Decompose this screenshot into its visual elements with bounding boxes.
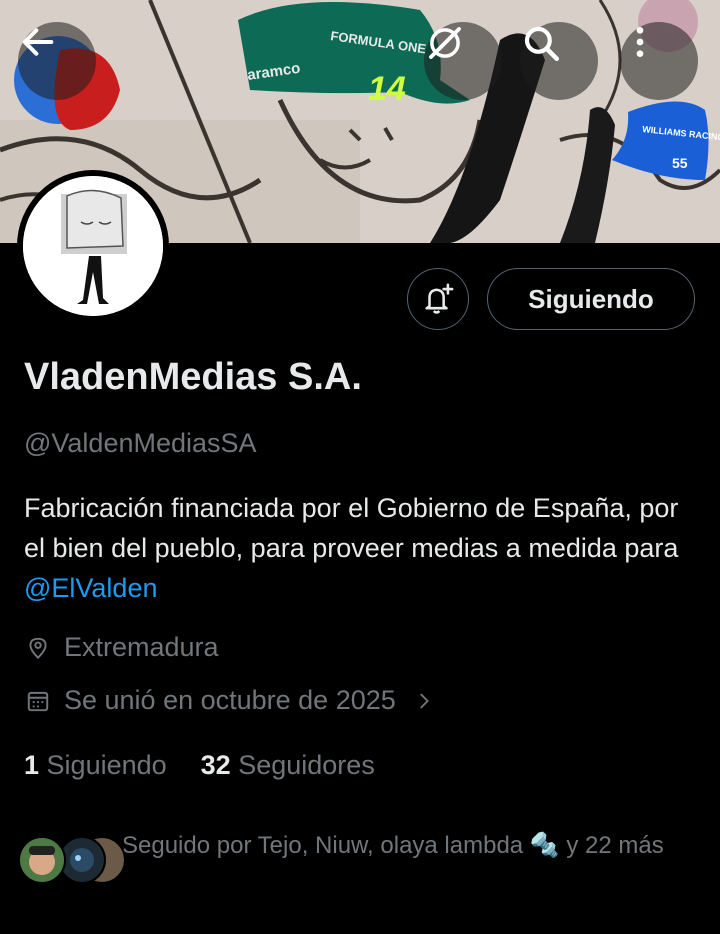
followed-by-text: Seguido por Tejo, Niuw, olaya lambda 🔩 y… — [122, 832, 664, 859]
following-stat[interactable]: 1 Siguiendo — [24, 750, 167, 781]
location-text: Extremadura — [64, 632, 219, 662]
user-handle: @ValdenMediasSA — [24, 428, 257, 458]
joined-text: Se unió en octubre de 2025 — [64, 685, 396, 715]
profile-bio: Fabricación financiada por el Gobierno d… — [24, 488, 704, 608]
followers-count: 32 — [200, 750, 231, 780]
grok-icon — [429, 27, 461, 59]
follow-stats: 1 Siguiendo 32 Seguidores — [24, 750, 409, 781]
back-button[interactable] — [18, 22, 96, 100]
williams-cap-number: 55 — [672, 155, 688, 171]
followers-label: Seguidores — [238, 750, 375, 780]
avatar-image — [23, 176, 163, 316]
profile-location: Extremadura — [24, 632, 219, 663]
location-pin-icon — [24, 634, 52, 662]
bio-text: Fabricación financiada por el Gobierno d… — [24, 493, 679, 563]
arrow-left-icon — [22, 28, 54, 56]
search-icon — [524, 26, 560, 62]
following-button[interactable]: Siguiendo — [487, 268, 695, 330]
following-label: Siguiendo — [46, 750, 167, 780]
followers-stat[interactable]: 32 Seguidores — [201, 750, 375, 781]
profile-avatar[interactable] — [17, 170, 169, 322]
notifications-button[interactable] — [407, 268, 469, 330]
display-name: VladenMedias S.A. — [24, 356, 362, 398]
following-count: 1 — [24, 750, 40, 780]
search-button[interactable] — [520, 22, 598, 100]
more-vertical-icon — [636, 27, 644, 57]
profile-joined-date[interactable]: Se unió en octubre de 2025 — [24, 685, 450, 716]
cap-number: 14 — [368, 70, 406, 108]
bio-mention-link[interactable]: @ElValden — [24, 573, 157, 603]
calendar-icon — [24, 687, 52, 715]
follower-avatars — [18, 828, 126, 888]
followed-by-context[interactable]: Seguido por Tejo, Niuw, olaya lambda 🔩 y… — [18, 828, 708, 888]
avatar — [18, 836, 66, 884]
grok-button[interactable] — [424, 22, 502, 100]
chevron-right-icon — [410, 687, 438, 715]
more-options-button[interactable] — [620, 22, 698, 100]
bell-plus-icon — [425, 283, 454, 314]
